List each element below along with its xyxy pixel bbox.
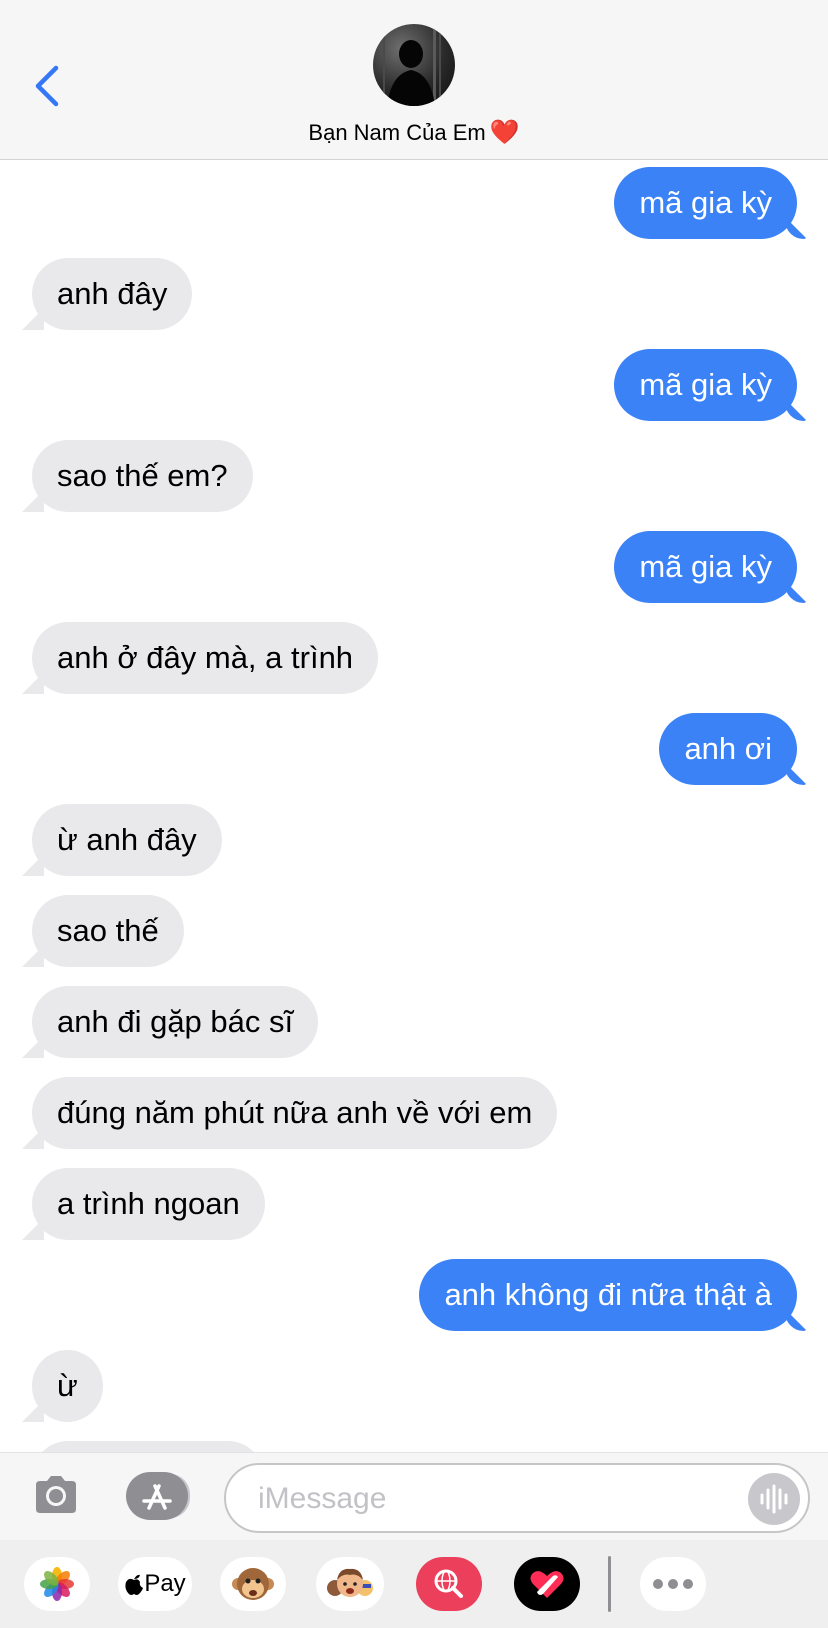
received-message-bubble[interactable]: ừ anh đây bbox=[32, 804, 222, 876]
voice-message-button[interactable] bbox=[748, 1473, 800, 1525]
avatar-silhouette-icon bbox=[383, 24, 441, 106]
sent-message-bubble[interactable]: anh ơi bbox=[659, 713, 797, 785]
message-row: anh đi gặp bác sĩ bbox=[0, 986, 828, 1058]
compose-bar bbox=[0, 1452, 828, 1541]
app-store-button[interactable] bbox=[126, 1472, 190, 1520]
received-message-bubble[interactable]: a trình ngoan bbox=[32, 1168, 265, 1240]
apple-pay-label: Pay bbox=[144, 1570, 186, 1597]
message-thread[interactable]: mã gia kỳ anh đây mã gia kỳ sao thế em? … bbox=[0, 160, 828, 1452]
received-message-bubble[interactable]: đúng năm phút nữa anh về với em bbox=[32, 1077, 558, 1149]
photos-icon bbox=[40, 1567, 74, 1601]
memoji-icon bbox=[327, 1568, 373, 1597]
received-message-bubble[interactable]: sao thế em? bbox=[32, 440, 253, 512]
apple-pay-button[interactable]: Pay bbox=[118, 1557, 192, 1611]
received-message-bubble[interactable]: anh ở đây mà, a trình bbox=[32, 622, 379, 694]
photos-app-button[interactable] bbox=[24, 1557, 90, 1611]
app-drawer: Pay bbox=[0, 1540, 828, 1628]
message-row: a trình ngoan bbox=[0, 1168, 828, 1240]
message-row bbox=[0, 1441, 828, 1452]
imessage-input-field[interactable] bbox=[224, 1463, 810, 1533]
message-row: sao thế em? bbox=[0, 440, 828, 512]
sent-message-bubble[interactable]: mã gia kỳ bbox=[614, 349, 797, 421]
web-search-button[interactable] bbox=[416, 1557, 482, 1611]
heart-icon: ❤️ bbox=[489, 119, 520, 146]
message-row: anh đây bbox=[0, 258, 828, 330]
conversation-header: Bạn Nam Của Em ❤️ bbox=[0, 0, 828, 160]
contact-avatar[interactable] bbox=[373, 24, 455, 106]
received-message-bubble-partial[interactable] bbox=[32, 1441, 264, 1452]
message-row: anh không đi nữa thật à bbox=[0, 1259, 828, 1331]
memoji-button[interactable] bbox=[316, 1557, 384, 1611]
message-row: ừ bbox=[0, 1350, 828, 1422]
more-icon bbox=[653, 1579, 693, 1589]
waveform-icon bbox=[760, 1484, 788, 1514]
animoji-icon bbox=[232, 1568, 274, 1600]
digital-touch-icon bbox=[530, 1571, 564, 1598]
imessage-input[interactable] bbox=[256, 1477, 720, 1521]
web-search-icon bbox=[434, 1569, 463, 1598]
more-apps-button[interactable] bbox=[640, 1557, 706, 1611]
received-message-bubble[interactable]: sao thế bbox=[32, 895, 184, 967]
message-row: mã gia kỳ bbox=[0, 167, 828, 239]
digital-touch-button[interactable] bbox=[514, 1557, 580, 1611]
message-row: đúng năm phút nữa anh về với em bbox=[0, 1077, 828, 1149]
apple-logo-icon bbox=[125, 1574, 144, 1595]
sent-message-bubble[interactable]: mã gia kỳ bbox=[614, 167, 797, 239]
message-row: anh ở đây mà, a trình bbox=[0, 622, 828, 694]
contact-name-label: Bạn Nam Của Em bbox=[308, 120, 486, 145]
app-drawer-divider bbox=[608, 1556, 611, 1612]
message-row: sao thế bbox=[0, 895, 828, 967]
camera-icon[interactable] bbox=[32, 1471, 80, 1519]
app-store-icon bbox=[142, 1484, 172, 1510]
received-message-bubble[interactable]: anh đây bbox=[32, 258, 193, 330]
back-chevron-icon[interactable] bbox=[30, 62, 66, 110]
received-message-bubble[interactable]: ừ bbox=[32, 1350, 103, 1422]
animoji-button[interactable] bbox=[220, 1557, 286, 1611]
message-row: mã gia kỳ bbox=[0, 349, 828, 421]
message-row: mã gia kỳ bbox=[0, 531, 828, 603]
message-row: ừ anh đây bbox=[0, 804, 828, 876]
sent-message-bubble[interactable]: mã gia kỳ bbox=[614, 531, 797, 603]
received-message-bubble[interactable]: anh đi gặp bác sĩ bbox=[32, 986, 319, 1058]
contact-name[interactable]: Bạn Nam Của Em ❤️ bbox=[0, 118, 828, 147]
sent-message-bubble[interactable]: anh không đi nữa thật à bbox=[419, 1259, 797, 1331]
message-row: anh ơi bbox=[0, 713, 828, 785]
